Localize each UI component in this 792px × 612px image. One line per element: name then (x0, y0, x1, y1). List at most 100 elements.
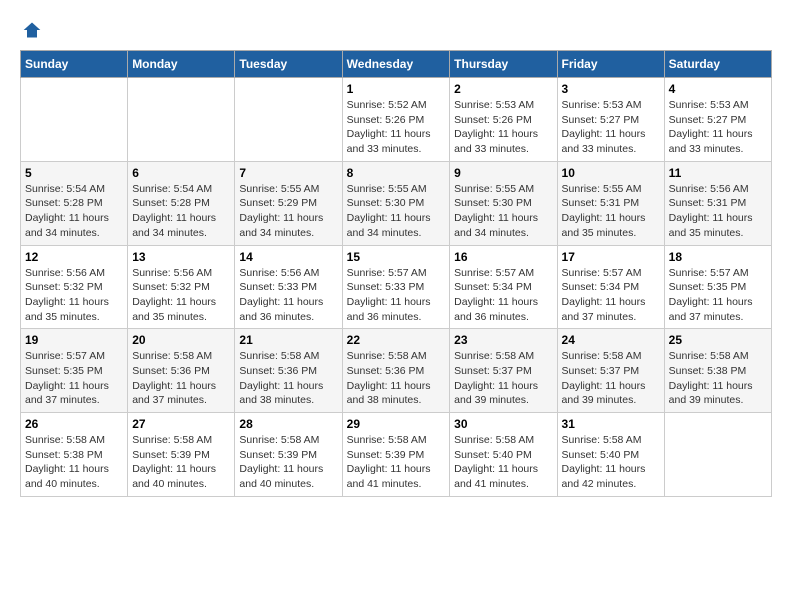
calendar-cell (235, 78, 342, 162)
calendar-header-friday: Friday (557, 51, 664, 78)
calendar-cell: 28 Sunrise: 5:58 AM Sunset: 5:39 PM Dayli… (235, 413, 342, 497)
calendar-cell: 21Sunrise: 5:58 AM Sunset: 5:36 PM Dayli… (235, 329, 342, 413)
calendar-cell: 5 Sunrise: 5:54 AM Sunset: 5:28 PM Daylig… (21, 161, 128, 245)
day-number: 22 (347, 333, 446, 347)
day-number: 24 (562, 333, 660, 347)
cell-details: Sunrise: 5:58 AM Sunset: 5:36 PM Dayligh… (132, 349, 230, 408)
calendar-header-sunday: Sunday (21, 51, 128, 78)
cell-details: Sunrise: 5:57 AM Sunset: 5:34 PM Dayligh… (454, 266, 552, 325)
cell-details: Sunrise: 5:58 AM Sunset: 5:40 PM Dayligh… (562, 433, 660, 492)
day-number: 28 (239, 417, 337, 431)
calendar-cell: 17 Sunrise: 5:57 AM Sunset: 5:34 PM Dayli… (557, 245, 664, 329)
calendar-cell: 14Sunrise: 5:56 AM Sunset: 5:33 PM Dayli… (235, 245, 342, 329)
logo-icon (22, 20, 42, 40)
day-number: 7 (239, 166, 337, 180)
cell-details: Sunrise: 5:57 AM Sunset: 5:33 PM Dayligh… (347, 266, 446, 325)
calendar-week-row: 12 Sunrise: 5:56 AM Sunset: 5:32 PM Dayli… (21, 245, 772, 329)
cell-details: Sunrise: 5:57 AM Sunset: 5:34 PM Dayligh… (562, 266, 660, 325)
day-number: 1 (347, 82, 446, 96)
cell-details: Sunrise: 5:55 AM Sunset: 5:29 PM Dayligh… (239, 182, 337, 241)
calendar-cell: 4 Sunrise: 5:53 AM Sunset: 5:27 PM Daylig… (664, 78, 771, 162)
calendar-cell: 10Sunrise: 5:55 AM Sunset: 5:31 PM Dayli… (557, 161, 664, 245)
cell-details: Sunrise: 5:56 AM Sunset: 5:31 PM Dayligh… (669, 182, 767, 241)
cell-details: Sunrise: 5:58 AM Sunset: 5:36 PM Dayligh… (239, 349, 337, 408)
day-number: 17 (562, 250, 660, 264)
day-number: 14 (239, 250, 337, 264)
day-number: 18 (669, 250, 767, 264)
day-number: 19 (25, 333, 123, 347)
calendar-cell: 1 Sunrise: 5:52 AM Sunset: 5:26 PM Daylig… (342, 78, 450, 162)
calendar-week-row: 19 Sunrise: 5:57 AM Sunset: 5:35 PM Dayli… (21, 329, 772, 413)
cell-details: Sunrise: 5:53 AM Sunset: 5:27 PM Dayligh… (669, 98, 767, 157)
calendar-week-row: 26 Sunrise: 5:58 AM Sunset: 5:38 PM Dayli… (21, 413, 772, 497)
calendar-cell: 12 Sunrise: 5:56 AM Sunset: 5:32 PM Dayli… (21, 245, 128, 329)
calendar-cell: 6 Sunrise: 5:54 AM Sunset: 5:28 PM Daylig… (128, 161, 235, 245)
day-number: 16 (454, 250, 552, 264)
day-number: 13 (132, 250, 230, 264)
calendar-cell: 15 Sunrise: 5:57 AM Sunset: 5:33 PM Dayli… (342, 245, 450, 329)
page-header (20, 20, 772, 40)
calendar-cell (128, 78, 235, 162)
cell-details: Sunrise: 5:54 AM Sunset: 5:28 PM Dayligh… (132, 182, 230, 241)
cell-details: Sunrise: 5:53 AM Sunset: 5:26 PM Dayligh… (454, 98, 552, 157)
day-number: 12 (25, 250, 123, 264)
calendar-cell: 16 Sunrise: 5:57 AM Sunset: 5:34 PM Dayli… (450, 245, 557, 329)
cell-details: Sunrise: 5:58 AM Sunset: 5:38 PM Dayligh… (669, 349, 767, 408)
calendar-cell: 26 Sunrise: 5:58 AM Sunset: 5:38 PM Dayli… (21, 413, 128, 497)
calendar-week-row: 5 Sunrise: 5:54 AM Sunset: 5:28 PM Daylig… (21, 161, 772, 245)
day-number: 29 (347, 417, 446, 431)
calendar-cell: 30Sunrise: 5:58 AM Sunset: 5:40 PM Dayli… (450, 413, 557, 497)
day-number: 6 (132, 166, 230, 180)
calendar-cell: 9 Sunrise: 5:55 AM Sunset: 5:30 PM Daylig… (450, 161, 557, 245)
day-number: 5 (25, 166, 123, 180)
calendar-header-wednesday: Wednesday (342, 51, 450, 78)
cell-details: Sunrise: 5:58 AM Sunset: 5:39 PM Dayligh… (347, 433, 446, 492)
cell-details: Sunrise: 5:53 AM Sunset: 5:27 PM Dayligh… (562, 98, 660, 157)
cell-details: Sunrise: 5:54 AM Sunset: 5:28 PM Dayligh… (25, 182, 123, 241)
cell-details: Sunrise: 5:55 AM Sunset: 5:30 PM Dayligh… (347, 182, 446, 241)
cell-details: Sunrise: 5:57 AM Sunset: 5:35 PM Dayligh… (669, 266, 767, 325)
calendar-cell: 18 Sunrise: 5:57 AM Sunset: 5:35 PM Dayli… (664, 245, 771, 329)
cell-details: Sunrise: 5:58 AM Sunset: 5:36 PM Dayligh… (347, 349, 446, 408)
calendar-cell: 23Sunrise: 5:58 AM Sunset: 5:37 PM Dayli… (450, 329, 557, 413)
day-number: 3 (562, 82, 660, 96)
cell-details: Sunrise: 5:58 AM Sunset: 5:38 PM Dayligh… (25, 433, 123, 492)
day-number: 9 (454, 166, 552, 180)
day-number: 31 (562, 417, 660, 431)
cell-details: Sunrise: 5:55 AM Sunset: 5:31 PM Dayligh… (562, 182, 660, 241)
calendar-header-monday: Monday (128, 51, 235, 78)
calendar-cell: 2Sunrise: 5:53 AM Sunset: 5:26 PM Daylig… (450, 78, 557, 162)
calendar-header-saturday: Saturday (664, 51, 771, 78)
cell-details: Sunrise: 5:52 AM Sunset: 5:26 PM Dayligh… (347, 98, 446, 157)
day-number: 23 (454, 333, 552, 347)
calendar-cell (21, 78, 128, 162)
cell-details: Sunrise: 5:57 AM Sunset: 5:35 PM Dayligh… (25, 349, 123, 408)
day-number: 15 (347, 250, 446, 264)
cell-details: Sunrise: 5:58 AM Sunset: 5:37 PM Dayligh… (562, 349, 660, 408)
day-number: 11 (669, 166, 767, 180)
calendar-cell: 24 Sunrise: 5:58 AM Sunset: 5:37 PM Dayli… (557, 329, 664, 413)
calendar-table: SundayMondayTuesdayWednesdayThursdayFrid… (20, 50, 772, 497)
day-number: 20 (132, 333, 230, 347)
calendar-week-row: 1 Sunrise: 5:52 AM Sunset: 5:26 PM Daylig… (21, 78, 772, 162)
cell-details: Sunrise: 5:58 AM Sunset: 5:39 PM Dayligh… (239, 433, 337, 492)
calendar-cell: 22 Sunrise: 5:58 AM Sunset: 5:36 PM Dayli… (342, 329, 450, 413)
day-number: 4 (669, 82, 767, 96)
day-number: 30 (454, 417, 552, 431)
calendar-cell: 29 Sunrise: 5:58 AM Sunset: 5:39 PM Dayli… (342, 413, 450, 497)
calendar-cell: 13 Sunrise: 5:56 AM Sunset: 5:32 PM Dayli… (128, 245, 235, 329)
cell-details: Sunrise: 5:56 AM Sunset: 5:32 PM Dayligh… (132, 266, 230, 325)
calendar-cell: 19 Sunrise: 5:57 AM Sunset: 5:35 PM Dayli… (21, 329, 128, 413)
calendar-header-thursday: Thursday (450, 51, 557, 78)
cell-details: Sunrise: 5:58 AM Sunset: 5:39 PM Dayligh… (132, 433, 230, 492)
calendar-cell: 27Sunrise: 5:58 AM Sunset: 5:39 PM Dayli… (128, 413, 235, 497)
calendar-cell: 11 Sunrise: 5:56 AM Sunset: 5:31 PM Dayli… (664, 161, 771, 245)
calendar-header-row: SundayMondayTuesdayWednesdayThursdayFrid… (21, 51, 772, 78)
day-number: 26 (25, 417, 123, 431)
calendar-cell: 8Sunrise: 5:55 AM Sunset: 5:30 PM Daylig… (342, 161, 450, 245)
calendar-cell (664, 413, 771, 497)
calendar-cell: 7 Sunrise: 5:55 AM Sunset: 5:29 PM Daylig… (235, 161, 342, 245)
cell-details: Sunrise: 5:56 AM Sunset: 5:32 PM Dayligh… (25, 266, 123, 325)
calendar-cell: 3 Sunrise: 5:53 AM Sunset: 5:27 PM Daylig… (557, 78, 664, 162)
cell-details: Sunrise: 5:55 AM Sunset: 5:30 PM Dayligh… (454, 182, 552, 241)
